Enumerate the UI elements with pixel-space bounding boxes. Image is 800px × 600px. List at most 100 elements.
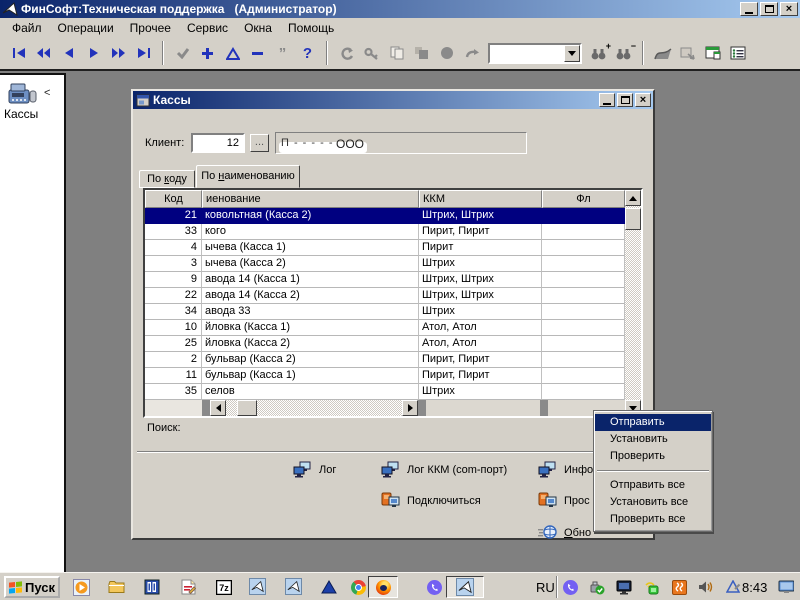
connect-button[interactable]: Подключиться [381,492,481,508]
folder-icon[interactable] [107,578,125,596]
menu-bar-item[interactable]: Операции [50,19,122,37]
column-splitter[interactable] [418,400,426,416]
context-menu-item[interactable]: Установить все [595,494,711,511]
context-menu-item[interactable]: Установить [595,431,711,448]
horizontal-scrollbar[interactable] [145,400,625,416]
context-menu-item[interactable]: Проверить все [595,511,711,528]
search-combobox[interactable] [488,43,582,64]
table-row[interactable]: 3ычева (Касса 2)Штрих [145,256,625,272]
menu-bar-item[interactable]: Файл [4,19,50,37]
next-record-button[interactable] [81,41,106,65]
help-button[interactable]: ? [295,41,320,65]
edit-button[interactable] [220,41,245,65]
clock[interactable]: 8:43 [742,580,767,595]
kassy-maximize-button[interactable] [617,93,633,107]
menu-bar-item[interactable]: Прочее [122,19,179,37]
client-browse-button[interactable]: ... [250,134,269,152]
tab-by-code[interactable]: По коду [139,170,195,188]
kassy-close-button[interactable]: × [635,93,651,107]
scroll-up-button[interactable] [625,190,641,206]
column-splitter[interactable] [540,400,548,416]
first-record-button[interactable] [6,41,31,65]
find-add-button[interactable]: + [586,41,611,65]
column-header-kkm[interactable]: ККМ [419,190,542,208]
glider-app-icon[interactable] [249,578,266,595]
context-menu-item[interactable]: Отправить все [595,477,711,494]
confirm-button[interactable] [170,41,195,65]
tray-phone-wifi-icon[interactable] [644,579,660,595]
info-button[interactable]: Инфо [538,461,593,478]
tray-viber-icon[interactable] [562,579,578,595]
refresh-button[interactable]: Обно [538,524,591,540]
kassy-titlebar[interactable]: Кассы × [133,91,653,109]
tray-java-icon[interactable] [671,579,687,595]
kassy-minimize-button[interactable] [599,93,615,107]
delete-button[interactable] [245,41,270,65]
hscroll-right-button[interactable] [402,400,418,416]
table-row[interactable]: 11бульвар (Касса 1)Пирит, Пирит [145,368,625,384]
vertical-scrollbar[interactable] [625,190,641,416]
horizontal-scroll-thumb[interactable] [237,400,257,416]
key-button[interactable] [359,41,384,65]
table-row[interactable]: 21ковольтная (Касса 2)Штрих, Штрих [145,208,625,224]
redo-button[interactable] [459,41,484,65]
column-header-code[interactable]: Код [145,190,202,208]
context-menu-item[interactable]: Отправить [595,414,711,431]
stop-button[interactable] [434,41,459,65]
media-player-icon[interactable] [72,578,90,596]
hscroll-track[interactable] [226,400,402,416]
paste-button[interactable] [409,41,434,65]
hscroll-left-button[interactable] [210,400,226,416]
table-row[interactable]: 10йловка (Касса 1)Атол, Атол [145,320,625,336]
pdf-editor-icon[interactable] [179,578,197,596]
triangle-app-icon[interactable] [320,578,338,596]
log-kkm-button[interactable]: Лог ККМ (com-порт) [381,461,507,478]
table-row[interactable]: 34авода 33Штрих [145,304,625,320]
column-header-name[interactable]: иенование [202,190,419,208]
fast-prior-button[interactable] [31,41,56,65]
tray-remote-monitor-icon[interactable] [616,579,632,595]
menu-bar-item[interactable]: Сервис [179,19,236,37]
combobox-dropdown-button[interactable] [564,45,580,62]
app-minimize-button[interactable] [740,2,758,16]
app-close-button[interactable]: × [780,2,798,16]
view-button[interactable]: Прос [538,492,590,508]
active-app-task-button[interactable] [446,576,484,598]
column-splitter[interactable] [202,400,210,416]
tray-usb-icon[interactable] [589,579,605,595]
table-row[interactable]: 9авода 14 (Касса 1)Штрих, Штрих [145,272,625,288]
7zip-icon[interactable]: 7z [215,578,233,596]
tab-by-name[interactable]: По наименованию [196,165,300,188]
table-row[interactable]: 25йловка (Касса 2)Атол, Атол [145,336,625,352]
fast-next-button[interactable] [106,41,131,65]
app-maximize-button[interactable] [760,2,778,16]
show-desktop-icon[interactable] [778,579,794,595]
table-row[interactable]: 2бульвар (Касса 2)Пирит, Пирит [145,352,625,368]
vertical-scroll-thumb[interactable] [625,208,641,230]
table-row[interactable]: 4ычева (Касса 1)Пирит [145,240,625,256]
log-button[interactable]: Лог [293,461,336,478]
export-button[interactable] [675,41,700,65]
context-menu-item[interactable]: Проверить [595,448,711,465]
tray-measure-icon[interactable] [725,579,741,595]
language-indicator[interactable]: RU [536,580,555,595]
client-code-input[interactable] [191,133,245,153]
glider-app-icon[interactable] [285,578,302,595]
properties-button[interactable] [725,41,750,65]
firefox-task-button[interactable] [368,576,398,598]
dictionary-icon[interactable] [143,578,161,596]
table-row[interactable]: 22авода 14 (Касса 2)Штрих, Штрих [145,288,625,304]
last-record-button[interactable] [131,41,156,65]
tray-volume-icon[interactable] [698,579,714,595]
cash-register-icon[interactable] [8,82,40,106]
flag-button[interactable] [650,41,675,65]
table-row[interactable]: 35селовШтрих [145,384,625,400]
menu-bar-item[interactable]: Помощь [280,19,342,37]
viber-icon[interactable] [425,578,443,596]
undo-button[interactable] [334,41,359,65]
sidebar-collapse-arrow[interactable]: < [44,87,50,99]
chrome-icon[interactable] [349,578,367,596]
menu-bar-item[interactable]: Окна [236,19,280,37]
search-combobox-input[interactable] [490,45,564,62]
prior-record-button[interactable] [56,41,81,65]
